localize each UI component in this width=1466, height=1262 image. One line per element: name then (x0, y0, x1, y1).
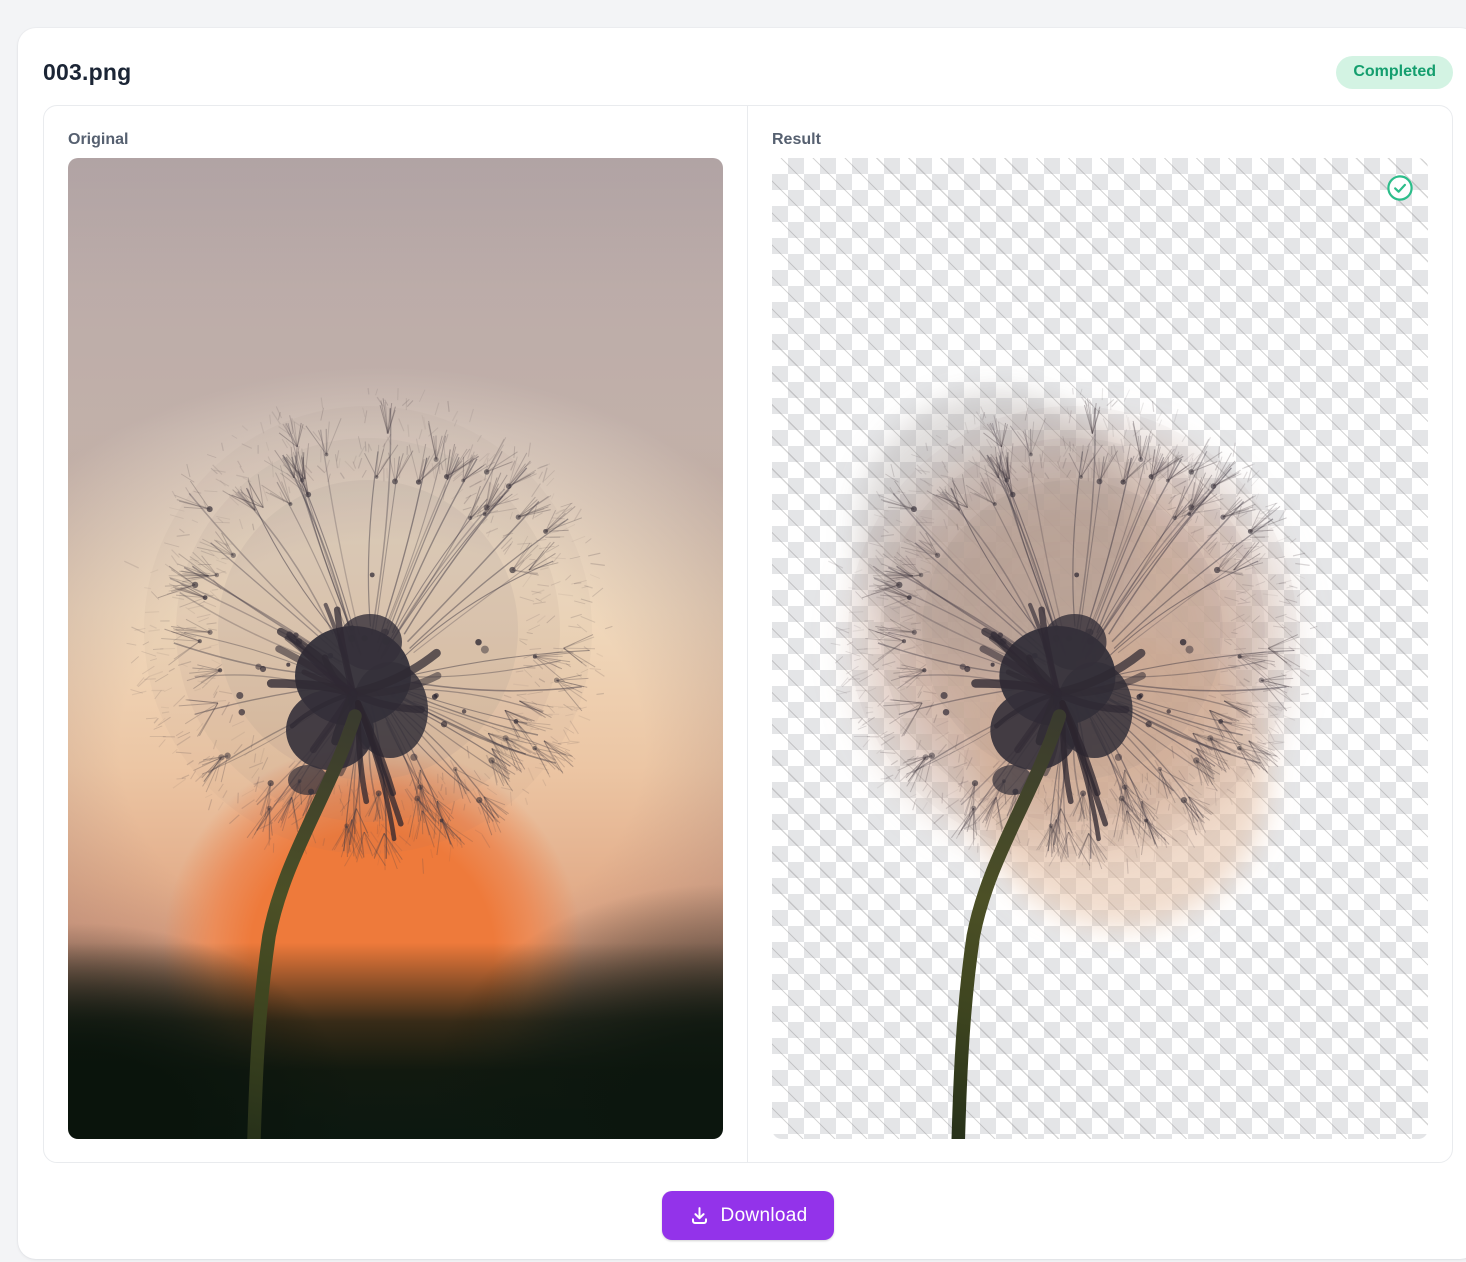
check-circle-icon (1386, 174, 1414, 202)
status-badge: Completed (1336, 56, 1453, 89)
card-header: 003.png Completed (43, 55, 1453, 89)
result-label: Result (772, 130, 1428, 150)
original-pane: Original (44, 106, 748, 1162)
download-button[interactable]: Download (662, 1191, 835, 1240)
dandelion-photo-art (68, 158, 723, 1139)
comparison-panel: Original Result (43, 105, 1453, 1163)
original-image (68, 158, 723, 1139)
download-button-label: Download (721, 1205, 808, 1227)
result-image (772, 158, 1428, 1139)
file-card: 003.png Completed Original Result (18, 28, 1466, 1259)
result-pane: Result (748, 106, 1452, 1162)
dandelion-cutout-art (772, 158, 1428, 1139)
file-title: 003.png (43, 59, 131, 86)
download-icon (689, 1205, 710, 1226)
original-label: Original (68, 130, 723, 150)
success-indicator (1386, 174, 1414, 202)
actions-row: Download (43, 1191, 1453, 1240)
